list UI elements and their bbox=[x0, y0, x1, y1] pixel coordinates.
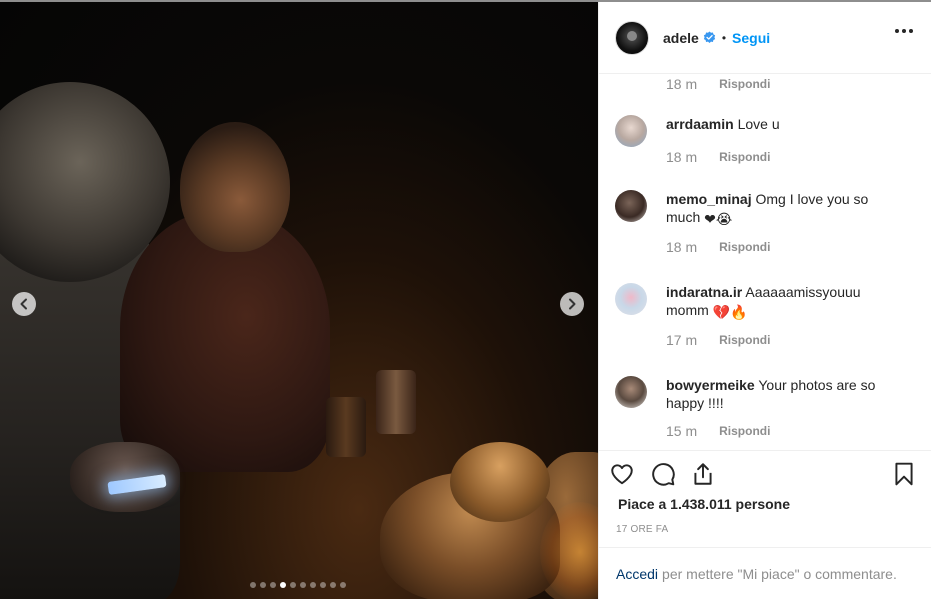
comment-meta: 18 m Rispondi bbox=[666, 238, 886, 256]
login-link[interactable]: Accedi bbox=[616, 566, 658, 582]
photo-cup bbox=[326, 397, 366, 457]
carousel-dot bbox=[310, 582, 316, 588]
reply-button[interactable]: Rispondi bbox=[719, 422, 770, 440]
bookmark-icon[interactable] bbox=[891, 461, 917, 487]
comments-list[interactable]: 18 m Rispondi arrdaamin Love u 18 m Risp… bbox=[599, 74, 931, 450]
comment-meta: 18 m Rispondi bbox=[666, 76, 770, 92]
share-icon[interactable] bbox=[690, 461, 716, 487]
commenter-username[interactable]: arrdaamin bbox=[666, 116, 734, 132]
carousel-next-button[interactable] bbox=[560, 292, 584, 316]
carousel-dot bbox=[330, 582, 336, 588]
reply-button[interactable]: Rispondi bbox=[719, 238, 770, 256]
comment-item: memo_minaj Omg I love you so much ❤😭 18 … bbox=[615, 190, 915, 256]
follow-button[interactable]: Segui bbox=[732, 30, 770, 46]
reply-button[interactable]: Rispondi bbox=[719, 77, 770, 91]
carousel-indicator bbox=[250, 582, 346, 588]
photo-thermos bbox=[376, 370, 416, 434]
comment-meta: 18 m Rispondi bbox=[666, 148, 886, 166]
comment-time: 18 m bbox=[666, 239, 698, 255]
post-header: adele • Segui bbox=[599, 2, 931, 74]
carousel-dot bbox=[290, 582, 296, 588]
comment-meta: 17 m Rispondi bbox=[666, 331, 886, 349]
post-photo[interactable] bbox=[0, 2, 598, 599]
post-timestamp[interactable]: 17 ORE FA bbox=[616, 524, 668, 535]
carousel-dot bbox=[260, 582, 266, 588]
comment-icon[interactable] bbox=[650, 461, 676, 487]
reply-button[interactable]: Rispondi bbox=[719, 331, 770, 349]
commenter-avatar[interactable] bbox=[615, 190, 647, 222]
carousel-dot bbox=[300, 582, 306, 588]
heart-icon[interactable] bbox=[609, 461, 635, 487]
post-sidebar: adele • Segui 18 m Rispondi arrdaamin Lo… bbox=[598, 2, 931, 599]
commenter-username[interactable]: indaratna.ir bbox=[666, 284, 742, 300]
comment-time: 18 m bbox=[666, 149, 698, 165]
comment-item: indaratna.ir Aaaaaamissyouuu momm 💔🔥 17 … bbox=[615, 283, 915, 349]
verified-badge-icon bbox=[703, 31, 716, 44]
comment-time: 17 m bbox=[666, 332, 698, 348]
login-prompt: Accedi per mettere "Mi piace" o commenta… bbox=[599, 547, 931, 599]
comment-time: 18 m bbox=[666, 76, 698, 92]
author-avatar[interactable] bbox=[615, 20, 649, 55]
comment-meta: 15 m Rispondi bbox=[666, 422, 886, 440]
commenter-username[interactable]: memo_minaj bbox=[666, 191, 752, 207]
login-prompt-text: per mettere "Mi piace" o commentare. bbox=[662, 565, 897, 582]
carousel-dot bbox=[320, 582, 326, 588]
reply-button[interactable]: Rispondi bbox=[719, 148, 770, 166]
carousel-prev-button[interactable] bbox=[12, 292, 36, 316]
header-separator: • bbox=[721, 30, 727, 45]
carousel-dot bbox=[280, 582, 286, 588]
post-actions-bar bbox=[599, 450, 931, 501]
commenter-avatar[interactable] bbox=[615, 283, 647, 315]
likes-count[interactable]: Piace a 1.438.011 persone bbox=[618, 496, 790, 512]
carousel-dot bbox=[270, 582, 276, 588]
comment-item: arrdaamin Love u 18 m Rispondi bbox=[615, 115, 915, 166]
comment-emoji: 💔🔥 bbox=[712, 304, 748, 320]
photo-rock bbox=[450, 442, 550, 522]
more-options-icon[interactable] bbox=[895, 29, 913, 33]
comment-emoji: ❤😭 bbox=[704, 211, 733, 227]
commenter-avatar[interactable] bbox=[615, 376, 647, 408]
chevron-right-icon bbox=[569, 298, 576, 310]
carousel-dot bbox=[340, 582, 346, 588]
commenter-avatar[interactable] bbox=[615, 115, 647, 147]
comment-item: bowyermeike Your photos are so happy !!!… bbox=[615, 376, 915, 440]
author-username[interactable]: adele bbox=[663, 30, 699, 46]
comment-time: 15 m bbox=[666, 423, 698, 439]
chevron-left-icon bbox=[20, 298, 27, 310]
comment-text: Love u bbox=[737, 116, 780, 132]
carousel-dot bbox=[250, 582, 256, 588]
photo-smiling-face bbox=[180, 122, 290, 252]
commenter-username[interactable]: bowyermeike bbox=[666, 377, 755, 393]
